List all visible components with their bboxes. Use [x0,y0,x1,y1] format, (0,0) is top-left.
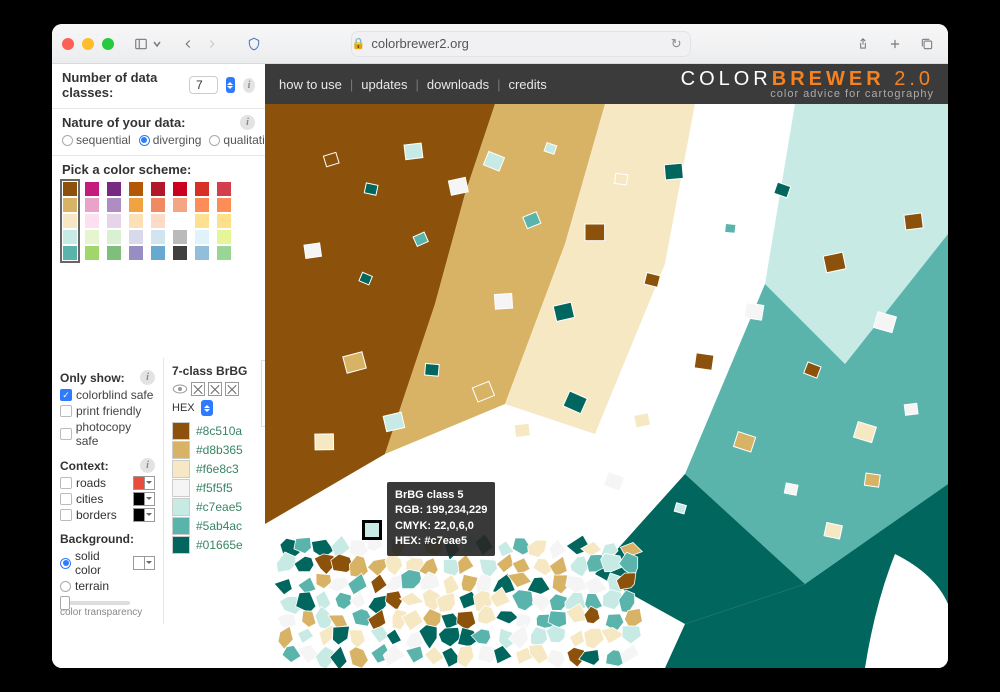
info-icon[interactable]: i [240,115,255,130]
nature-label: Nature of your data: [62,115,186,130]
color-list-item[interactable]: #f5f5f5 [172,479,257,497]
tooltip-swatch-highlight [362,520,382,540]
unsupported-icon [225,382,239,396]
color-list-item[interactable]: #5ab4ac [172,517,257,535]
context-borders-row[interactable]: borders [60,508,155,522]
back-button[interactable] [177,34,199,54]
info-icon[interactable]: i [243,78,255,93]
background-label: Background: [60,532,134,546]
nav-how-to-use[interactable]: how to use [279,77,342,92]
map-tooltip: BrBG class 5 RGB: 199,234,229 CMYK: 22,0… [387,482,495,556]
scheme-thumbnail[interactable] [216,181,232,261]
window-controls [62,38,114,50]
page-content: how to use| updates| downloads| credits … [52,64,948,668]
new-tab-button[interactable] [884,34,906,54]
url-text: colorbrewer2.org [371,36,469,51]
close-window-button[interactable] [62,38,74,50]
roads-color-picker[interactable] [133,476,155,490]
minimize-window-button[interactable] [82,38,94,50]
forward-button[interactable] [201,34,223,54]
color-list: #8c510a#d8b365#f6e8c3#f5f5f5#c7eae5#5ab4… [172,422,257,554]
photocopy-safe-checkbox[interactable]: photocopy safe [60,420,155,448]
scheme-thumbnail[interactable] [84,181,100,261]
bg-color-picker[interactable] [133,556,155,570]
lower-panel: Only show: i colorblind safe print friend… [52,358,265,624]
unsupported-icon [208,382,222,396]
color-list-item[interactable]: #01665e [172,536,257,554]
nav-downloads[interactable]: downloads [427,77,489,92]
format-label: HEX [172,402,195,414]
sidebar-toggle[interactable] [132,37,161,51]
colorblind-safe-checkbox[interactable]: colorblind safe [60,388,155,402]
bg-solid-radio[interactable]: solid color [60,549,155,577]
selected-scheme-name: 7-class BrBG [172,364,257,378]
scheme-thumbnail[interactable] [194,181,210,261]
share-button[interactable] [852,34,874,54]
info-icon[interactable]: i [140,370,155,385]
color-list-item[interactable]: #8c510a [172,422,257,440]
only-show-label: Only show: [60,371,125,385]
print-friendly-checkbox[interactable]: print friendly [60,404,155,418]
num-classes-value: 7 [189,76,218,94]
nav-credits[interactable]: credits [508,77,546,92]
titlebar: 🔒 colorbrewer2.org ↻ [52,24,948,64]
color-list-item[interactable]: #f6e8c3 [172,460,257,478]
maximize-window-button[interactable] [102,38,114,50]
reload-icon[interactable]: ↻ [671,36,682,52]
scheme-thumbnail[interactable] [106,181,122,261]
scheme-thumbnail[interactable] [128,181,144,261]
scheme-thumbnail[interactable] [172,181,188,261]
map-preview[interactable] [265,104,948,668]
nature-sequential-radio[interactable]: sequential [62,133,131,147]
color-list-item[interactable]: #d8b365 [172,441,257,459]
browser-window: 🔒 colorbrewer2.org ↻ how to use| updates… [52,24,948,668]
scheme-thumbnail[interactable] [62,181,78,261]
address-bar[interactable]: 🔒 colorbrewer2.org ↻ [351,31,691,57]
lock-icon: 🔒 [352,37,366,50]
context-roads-row[interactable]: roads [60,476,155,490]
borders-color-picker[interactable] [133,508,155,522]
context-label: Context: [60,459,109,473]
scheme-thumbnail[interactable] [150,181,166,261]
tabs-button[interactable] [916,34,938,54]
brand-logo: COLORBREWER 2.0 color advice for cartogr… [681,68,934,100]
nature-diverging-radio[interactable]: diverging [139,133,202,147]
pick-scheme-label: Pick a color scheme: [62,162,191,177]
color-list-item[interactable]: #c7eae5 [172,498,257,516]
num-classes-label: Number of data classes: [62,70,181,100]
scheme-thumbnail-grid [62,181,255,261]
unsupported-icon [191,382,205,396]
bg-terrain-radio[interactable]: terrain [60,579,155,593]
privacy-shield-icon[interactable] [243,34,265,54]
num-classes-stepper[interactable] [226,77,236,93]
cities-color-picker[interactable] [133,492,155,506]
format-stepper[interactable] [201,400,213,416]
nav-updates[interactable]: updates [361,77,407,92]
info-icon[interactable]: i [140,458,155,473]
site-header: how to use| updates| downloads| credits … [265,64,948,104]
transparency-slider[interactable]: color transparency [60,601,155,618]
context-cities-row[interactable]: cities [60,492,155,506]
eye-icon [172,383,188,395]
